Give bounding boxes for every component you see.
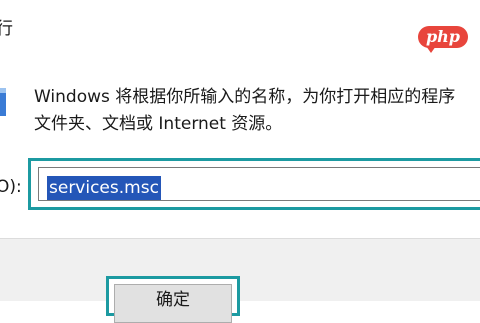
dialog-footer	[0, 238, 480, 301]
open-label: O):	[0, 177, 22, 197]
run-description: Windows 将根据你所输入的名称，为你打开相应的程序 文件夹、文档或 Int…	[34, 84, 480, 138]
title-bar: 行 php	[0, 0, 480, 54]
description-line-2: 文件夹、文档或 Internet 资源。	[34, 114, 283, 134]
window-title: 行	[0, 19, 13, 39]
ok-button[interactable]: 确定	[114, 284, 232, 323]
ok-button-focus[interactable]: 确定	[106, 276, 240, 323]
open-input-value[interactable]: services.msc	[47, 176, 161, 200]
php-watermark-logo: php	[418, 26, 468, 53]
open-input-box[interactable]: services.msc	[38, 167, 480, 201]
description-line-1: Windows 将根据你所输入的名称，为你打开相应的程序	[34, 87, 456, 107]
run-icon	[0, 88, 6, 116]
open-input-field[interactable]: services.msc	[28, 158, 480, 210]
